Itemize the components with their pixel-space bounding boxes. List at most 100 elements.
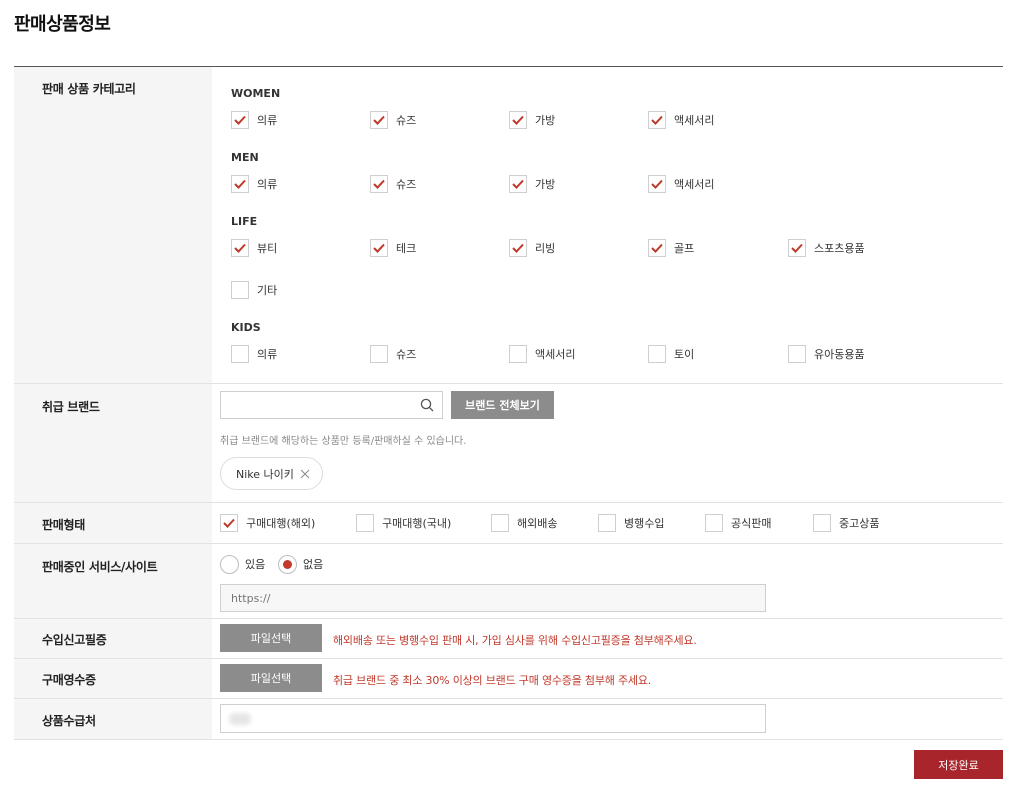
category-checkbox-men-3[interactable]: 액세서리 (648, 174, 714, 194)
checkbox[interactable] (648, 239, 666, 257)
checkbox[interactable] (648, 345, 666, 363)
checkbox-label: 공식판매 (731, 517, 772, 530)
checkbox[interactable] (370, 239, 388, 257)
sales-type-content: 구매대행(해외) 구매대행(국내) 해외배송 병행수입 공식판매 중고상품 (212, 503, 1003, 543)
checkbox-label: 가방 (535, 114, 556, 127)
checkbox[interactable] (370, 175, 388, 193)
category-checkbox-life-2[interactable]: 리빙 (509, 238, 555, 258)
radio-no-label: 없음 (303, 558, 324, 571)
checkbox[interactable] (370, 111, 388, 129)
radio-yes-label: 있음 (245, 558, 266, 571)
service-row: 판매중인 서비스/사이트 있음 없음 (14, 544, 1003, 619)
sales-type-checkbox-5[interactable]: 중고상품 (813, 513, 879, 533)
checkbox[interactable] (231, 111, 249, 129)
category-checkbox-kids-0[interactable]: 의류 (231, 344, 277, 364)
radio-no-circle[interactable] (278, 554, 297, 574)
category-checkbox-women-0[interactable]: 의류 (231, 110, 277, 130)
category-content: WOMEN 의류 슈즈 가방 액세서리 MEN 의류 슈즈 가방 액세서리 LIFE 뷰티 테크 리빙 골프… (212, 67, 1003, 383)
brand-view-all-button[interactable]: 브랜드 전체보기 (451, 391, 554, 419)
category-checkbox-women-2[interactable]: 가방 (509, 110, 555, 130)
checkbox-label: 해외배송 (517, 517, 558, 530)
checkbox[interactable] (356, 514, 374, 532)
sales-type-checkbox-0[interactable]: 구매대행(해외) (220, 513, 315, 533)
checkbox[interactable] (231, 345, 249, 363)
category-checkbox-life-4[interactable]: 스포츠용품 (788, 238, 865, 258)
sales-type-checkbox-1[interactable]: 구매대행(국내) (356, 513, 451, 533)
checkbox[interactable] (648, 111, 666, 129)
sales-type-checkbox-4[interactable]: 공식판매 (705, 513, 771, 533)
checkbox-label: 골프 (674, 242, 695, 255)
checkbox[interactable] (788, 345, 806, 363)
radio-no[interactable]: 없음 (278, 554, 323, 574)
radio-yes-circle[interactable] (220, 554, 239, 574)
checkbox-label: 토이 (674, 348, 695, 361)
checkbox-label: 뷰티 (257, 242, 278, 255)
category-checkbox-kids-3[interactable]: 토이 (648, 344, 694, 364)
category-checkbox-women-1[interactable]: 슈즈 (370, 110, 416, 130)
import-cert-note: 해외배송 또는 병행수입 판매 시, 가입 심사를 위해 수입신고필증을 첨부해… (333, 634, 697, 647)
category-checkbox-life-3[interactable]: 골프 (648, 238, 694, 258)
check-icon (512, 243, 524, 253)
receipt-row: 구매영수증 파일선택 취급 브랜드 중 최소 30% 이상의 브랜드 구매 영수… (14, 659, 1003, 699)
import-cert-label: 수입신고필증 (14, 619, 212, 658)
checkbox-label: 중고상품 (839, 517, 880, 530)
checkbox-label: 가방 (535, 178, 556, 191)
checkbox[interactable] (813, 514, 831, 532)
check-icon (373, 243, 385, 253)
receipt-label: 구매영수증 (14, 659, 212, 698)
brand-search-input[interactable] (221, 392, 411, 418)
checkbox[interactable] (509, 175, 527, 193)
radio-yes[interactable]: 있음 (220, 554, 265, 574)
check-icon (234, 179, 246, 189)
checkbox-label: 의류 (257, 178, 278, 191)
category-checkbox-life-5[interactable]: 기타 (231, 280, 277, 300)
category-checkbox-kids-1[interactable]: 슈즈 (370, 344, 416, 364)
close-icon[interactable] (300, 469, 310, 479)
checkbox-label: 구매대행(해외) (246, 517, 316, 530)
checkbox[interactable] (509, 111, 527, 129)
checkbox[interactable] (231, 281, 249, 299)
category-checkbox-life-1[interactable]: 테크 (370, 238, 416, 258)
import-cert-content: 파일선택 해외배송 또는 병행수입 판매 시, 가입 심사를 위해 수입신고필증… (212, 619, 1003, 658)
category-checkbox-men-0[interactable]: 의류 (231, 174, 277, 194)
check-icon (791, 243, 803, 253)
checkbox[interactable] (370, 345, 388, 363)
checkbox[interactable] (231, 239, 249, 257)
category-checkbox-kids-4[interactable]: 유아동용품 (788, 344, 865, 364)
brand-tag-label: Nike 나이키 (236, 467, 294, 481)
receipt-note: 취급 브랜드 중 최소 30% 이상의 브랜드 구매 영수증을 첨부해 주세요. (333, 674, 652, 687)
category-checkbox-kids-2[interactable]: 액세서리 (509, 344, 575, 364)
checkbox-label: 구매대행(국내) (382, 517, 452, 530)
blurred-value (229, 713, 251, 725)
sales-type-checkbox-3[interactable]: 병행수입 (598, 513, 664, 533)
checkbox[interactable] (220, 514, 238, 532)
checkbox[interactable] (788, 239, 806, 257)
check-icon (234, 115, 246, 125)
sales-type-checkbox-2[interactable]: 해외배송 (491, 513, 557, 533)
category-checkbox-men-1[interactable]: 슈즈 (370, 174, 416, 194)
checkbox[interactable] (598, 514, 616, 532)
seller-product-form: 판매 상품 카테고리 WOMEN 의류 슈즈 가방 액세서리 MEN 의류 슈즈 가방 액세서리 L… (14, 66, 1003, 740)
receipt-file-button[interactable]: 파일선택 (220, 664, 322, 692)
checkbox-label: 슈즈 (396, 178, 417, 191)
import-cert-file-button[interactable]: 파일선택 (220, 624, 322, 652)
check-icon (373, 179, 385, 189)
category-checkbox-life-0[interactable]: 뷰티 (231, 238, 277, 258)
checkbox[interactable] (705, 514, 723, 532)
search-icon[interactable] (420, 398, 434, 412)
checkbox[interactable] (231, 175, 249, 193)
service-url-input[interactable] (220, 584, 766, 612)
supplier-input[interactable] (220, 704, 766, 733)
checkbox[interactable] (509, 239, 527, 257)
category-checkbox-women-3[interactable]: 액세서리 (648, 110, 714, 130)
checkbox[interactable] (509, 345, 527, 363)
check-icon (512, 179, 524, 189)
save-button[interactable]: 저장완료 (914, 750, 1003, 779)
supplier-row: 상품수급처 (14, 699, 1003, 740)
category-label: 판매 상품 카테고리 (14, 67, 212, 383)
checkbox[interactable] (648, 175, 666, 193)
checkbox[interactable] (491, 514, 509, 532)
sales-type-label: 판매형태 (14, 503, 212, 543)
category-group-title: LIFE (231, 215, 258, 228)
category-checkbox-men-2[interactable]: 가방 (509, 174, 555, 194)
